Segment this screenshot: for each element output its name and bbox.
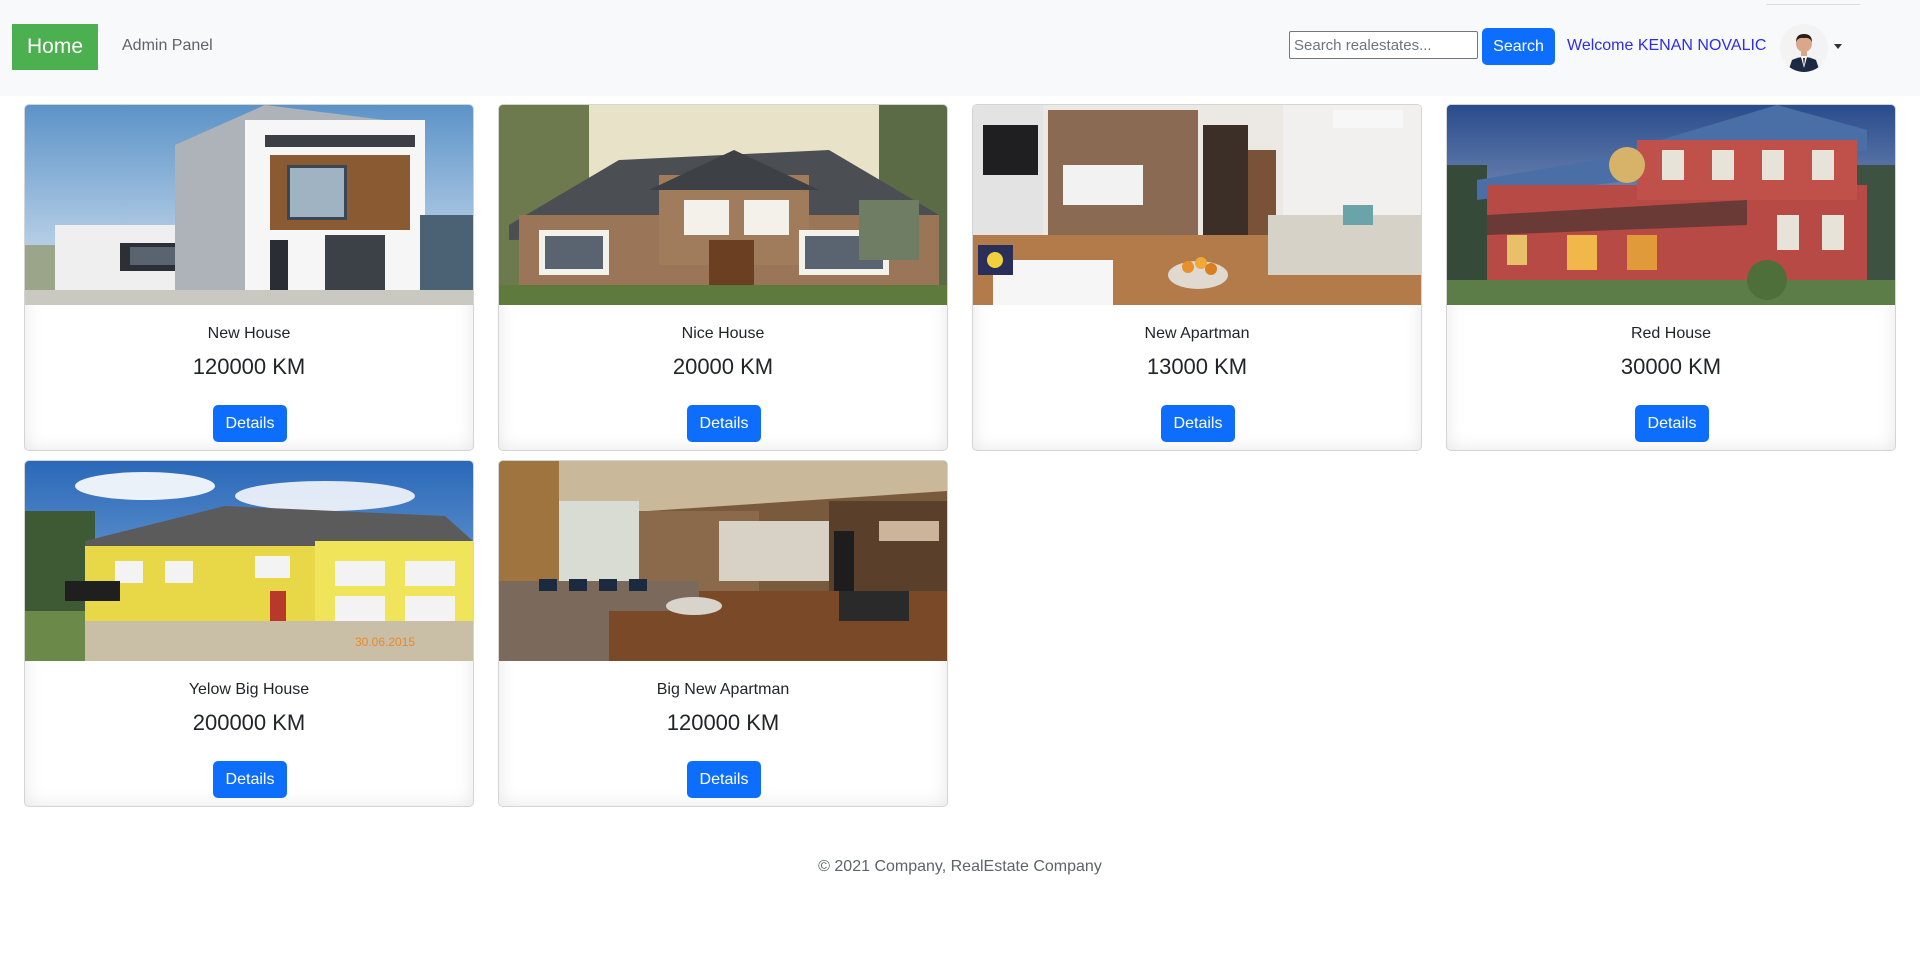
- details-button[interactable]: Details: [213, 405, 287, 442]
- listing-price: 120000 KM: [192, 354, 306, 379]
- admin-panel-link[interactable]: Admin Panel: [122, 37, 213, 55]
- listing-card: New Apartman 13000 KM Details: [972, 104, 1422, 451]
- details-button[interactable]: Details: [1161, 405, 1235, 442]
- details-button[interactable]: Details: [687, 761, 761, 798]
- listing-price: 120000 KM: [666, 710, 780, 735]
- apartment-interior-photo: [973, 105, 1421, 305]
- listing-title: New Apartman: [1144, 325, 1250, 342]
- listing-title: New House: [207, 325, 291, 342]
- search-input[interactable]: [1289, 31, 1478, 59]
- listing-title: Yelow Big House: [188, 681, 310, 698]
- navbar-divider: [1766, 4, 1860, 5]
- modern-house-photo: [25, 105, 473, 305]
- details-button[interactable]: Details: [1635, 405, 1709, 442]
- listing-card: Nice House 20000 KM Details: [498, 104, 948, 451]
- listing-card: New House 120000 KM Details: [24, 104, 474, 451]
- navbar: Home Admin Panel Search Welcome KENAN NO…: [0, 0, 1920, 96]
- listing-price: 30000 KM: [1620, 354, 1722, 379]
- photo-date-stamp: 30.06.2015: [355, 635, 415, 649]
- listing-price: 13000 KM: [1146, 354, 1248, 379]
- user-avatar-icon[interactable]: [1780, 24, 1828, 72]
- caret-down-icon[interactable]: [1834, 44, 1842, 49]
- home-nav-link[interactable]: Home: [12, 24, 98, 70]
- yellow-house-photo: 30.06.2015: [25, 461, 473, 661]
- listing-card: Big New Apartman 120000 KM Details: [498, 460, 948, 807]
- footer-copyright: © 2021 Company, RealEstate Company: [818, 858, 1102, 875]
- details-button[interactable]: Details: [687, 405, 761, 442]
- living-room-photo: [499, 461, 947, 661]
- red-house-photo: [1447, 105, 1895, 305]
- listing-card: Red House 30000 KM Details: [1446, 104, 1896, 451]
- listing-card: 30.06.2015 Yelow Big House 200000 KM Det…: [24, 460, 474, 807]
- search-button[interactable]: Search: [1482, 28, 1555, 65]
- welcome-user-link[interactable]: Welcome KENAN NOVALIC: [1567, 37, 1766, 55]
- listing-title: Nice House: [681, 325, 765, 342]
- suburban-house-photo: [499, 105, 947, 305]
- listing-price: 20000 KM: [672, 354, 774, 379]
- listing-title: Big New Apartman: [656, 681, 790, 698]
- listing-price: 200000 KM: [192, 710, 306, 735]
- listing-title: Red House: [1630, 325, 1712, 342]
- details-button[interactable]: Details: [213, 761, 287, 798]
